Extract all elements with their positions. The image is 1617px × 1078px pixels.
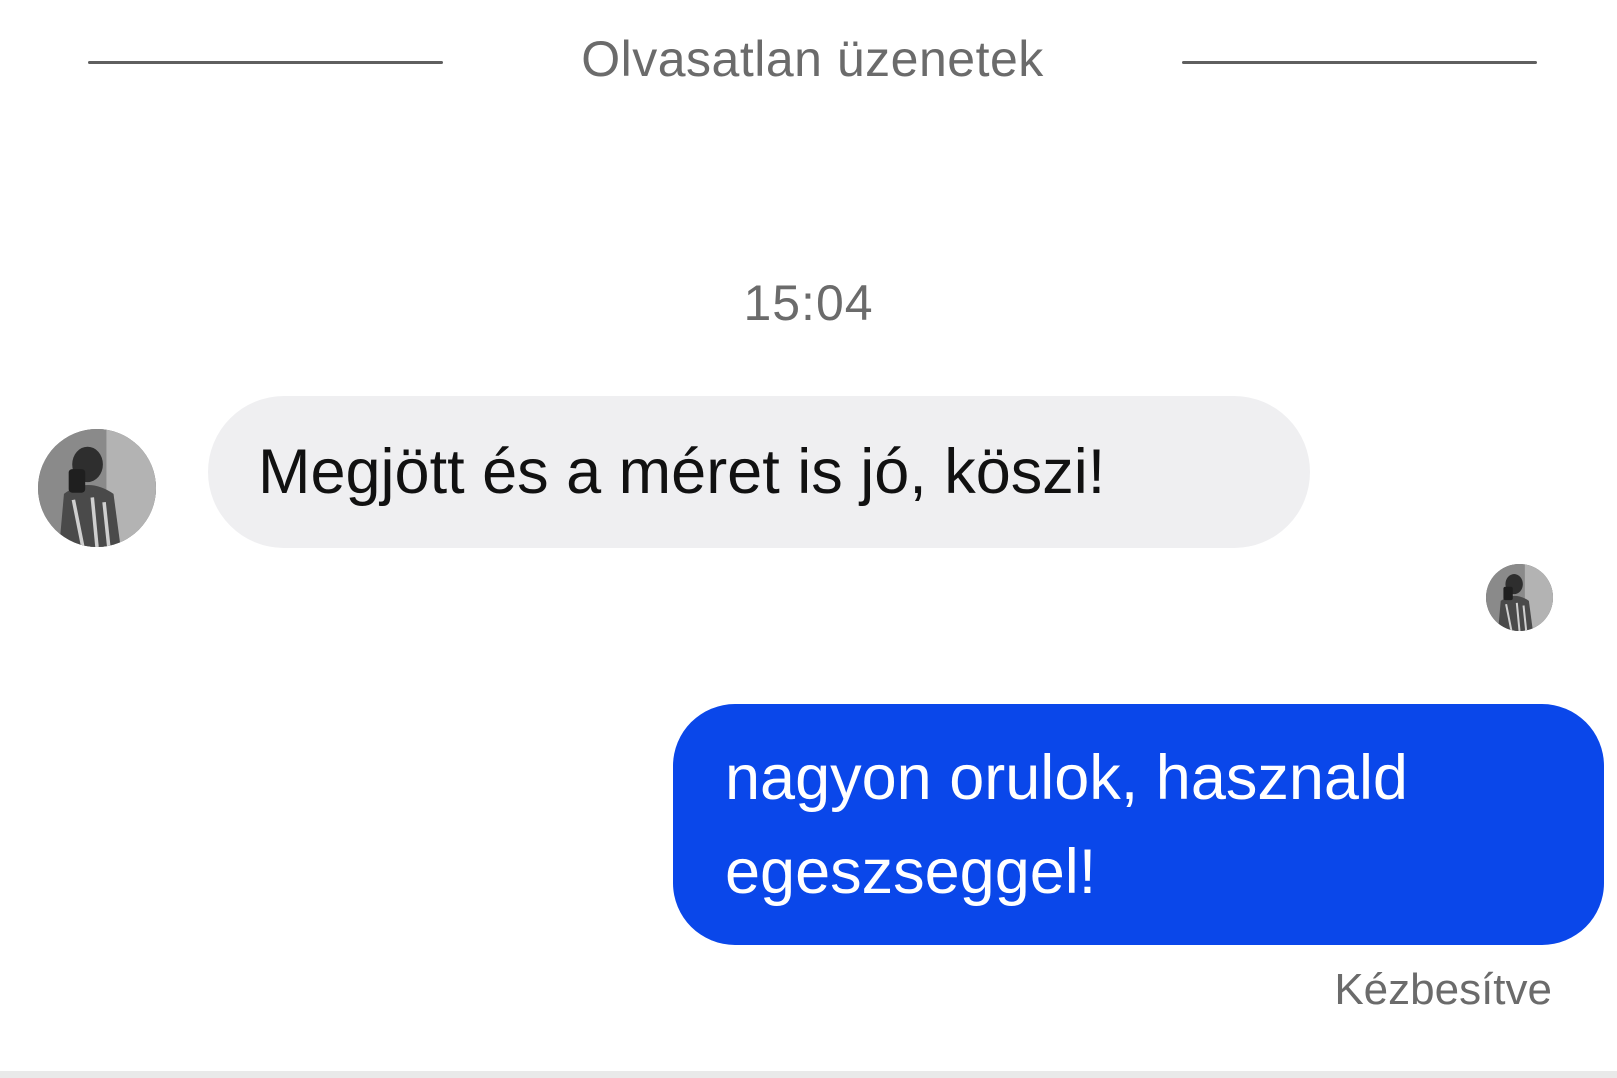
- person-photo-icon: [38, 429, 156, 547]
- outgoing-message-bubble[interactable]: nagyon orulok, hasznald egeszseggel!: [673, 704, 1604, 945]
- bottom-divider: [0, 1071, 1617, 1078]
- unread-divider-line-left: [88, 61, 443, 64]
- unread-divider-line-right: [1182, 61, 1537, 64]
- chat-thread: Olvasatlan üzenetek 15:04 Megjött és a m…: [0, 0, 1617, 1078]
- unread-divider-label: Olvasatlan üzenetek: [581, 31, 1044, 87]
- incoming-message-bubble[interactable]: Megjött és a méret is jó, köszi!: [208, 396, 1310, 548]
- seen-indicator-avatar: [1486, 564, 1553, 631]
- message-timestamp: 15:04: [743, 275, 874, 331]
- person-photo-icon: [1486, 564, 1553, 631]
- delivery-status: Kézbesítve: [1334, 965, 1552, 1014]
- contact-avatar[interactable]: [38, 429, 156, 547]
